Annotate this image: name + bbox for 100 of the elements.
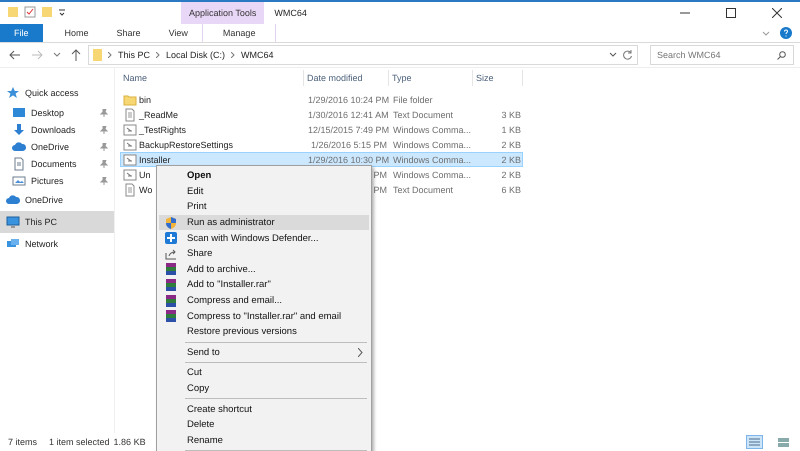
- forward-arrow-icon: [31, 50, 43, 60]
- date-cell-text: 1/29/2016 10:30 PM: [307, 155, 390, 165]
- details-view-button[interactable]: [746, 435, 763, 449]
- pictures-icon: [12, 174, 26, 188]
- size-cell-text: 1 KB: [500, 125, 522, 135]
- refresh-icon[interactable]: [623, 50, 633, 60]
- breadcrumb[interactable]: WMC64: [241, 50, 274, 60]
- date-cell-text: 1/30/2016 12:41 AM: [307, 110, 390, 120]
- type-cell-text: Text Document: [392, 110, 454, 120]
- address-bar[interactable]: This PC Local Disk (C:) WMC64: [88, 45, 638, 65]
- details-icon: [749, 438, 760, 446]
- column-header[interactable]: Name: [120, 70, 304, 86]
- menu-item[interactable]: Cut: [159, 365, 369, 381]
- size-cell-text: 2 KB: [500, 155, 522, 165]
- cloud-icon: [12, 140, 26, 154]
- ribbon-tab[interactable]: Share: [102, 24, 155, 42]
- menu-item[interactable]: Create shortcut: [159, 401, 369, 417]
- size-cell-text: 6 KB: [500, 185, 522, 195]
- menu-item[interactable]: Print: [159, 199, 369, 215]
- document-icon: [123, 183, 137, 197]
- file-name: bin: [139, 95, 152, 105]
- script-icon: [123, 153, 137, 167]
- menu-item[interactable]: Edit: [159, 184, 369, 200]
- menu-item[interactable]: Rename: [159, 432, 369, 448]
- nav-item[interactable]: Pictures: [0, 172, 114, 189]
- nav-item[interactable]: Quick access: [0, 82, 114, 104]
- script-icon: [123, 168, 137, 182]
- defender-icon: [164, 231, 178, 246]
- dropdown-icon[interactable]: [58, 8, 66, 16]
- script-icon: [123, 138, 137, 152]
- size-cell-text: 2 KB: [500, 140, 522, 150]
- ribbon-tab[interactable]: Manage: [202, 24, 276, 42]
- column-header[interactable]: Type: [389, 70, 473, 86]
- large-icons-view-button[interactable]: [775, 435, 792, 449]
- date-cell-text: 12/15/2015 7:49 PM: [307, 125, 390, 135]
- download-icon: [12, 122, 26, 136]
- type-cell-text: Windows Comma...: [392, 140, 472, 150]
- file-row[interactable]: Installer 1/29/2016 10:30 PM Windows Comma... 2 KB: [120, 152, 523, 167]
- chevron-icon: [108, 52, 112, 58]
- menu-item[interactable]: Delete: [159, 416, 369, 432]
- chevron-icon: [53, 52, 61, 58]
- nav-item[interactable]: Documents: [0, 155, 114, 172]
- ribbon-tab[interactable]: Home: [50, 24, 103, 42]
- type-cell-text: Windows Comma...: [392, 125, 472, 135]
- folder-icon: [123, 93, 137, 107]
- breadcrumb[interactable]: Local Disk (C:): [166, 50, 226, 60]
- selection-count: 1 item selected: [49, 437, 110, 447]
- window-title: WMC64: [273, 7, 308, 18]
- column-header[interactable]: Date modified: [304, 70, 389, 86]
- file-name: BackupRestoreSettings: [139, 140, 234, 150]
- file-row[interactable]: bin 1/29/2016 10:24 PM File folder: [120, 92, 523, 107]
- folder-icon: [93, 49, 102, 61]
- item-count: 7 items: [8, 437, 38, 447]
- help-icon[interactable]: [780, 24, 792, 42]
- type-cell-text: Windows Comma...: [392, 155, 472, 165]
- menu-item[interactable]: Add to "Installer.rar": [159, 277, 369, 293]
- menu-item[interactable]: Copy: [159, 380, 369, 396]
- properties-icon[interactable]: [24, 6, 36, 18]
- nav-item[interactable]: Downloads: [0, 121, 114, 138]
- menu-item[interactable]: Run as administrator: [159, 214, 369, 230]
- column-header[interactable]: Size: [473, 70, 523, 86]
- file-row[interactable]: BackupRestoreSettings 1/26/2016 5:15 PM Windows Comma... 2 KB: [120, 137, 523, 152]
- file-name: _ReadMe: [139, 110, 178, 120]
- books-icon: [164, 309, 178, 324]
- books-icon: [164, 262, 178, 276]
- desktop-icon: [12, 106, 26, 120]
- script-icon: [123, 123, 137, 137]
- menu-item[interactable]: Open: [159, 168, 369, 184]
- chevron-icon: [156, 52, 160, 58]
- chevron-icon[interactable]: [609, 52, 617, 58]
- menu-item[interactable]: Add to archive...: [159, 262, 369, 278]
- file-row[interactable]: _ReadMe 1/30/2016 12:41 AM Text Document 3 KB: [120, 107, 523, 122]
- books-icon: [164, 278, 178, 292]
- menu-item[interactable]: Restore previous versions: [159, 324, 369, 340]
- back-arrow-icon: [9, 50, 21, 60]
- star-icon: [6, 86, 20, 100]
- file-name: _TestRights: [139, 125, 186, 135]
- close-icon: [772, 8, 782, 18]
- file-row[interactable]: _TestRights 12/15/2015 7:49 PM Windows Comma... 1 KB: [120, 122, 523, 137]
- menu-item[interactable]: Scan with Windows Defender...: [159, 230, 369, 246]
- ribbon-tab[interactable]: File: [0, 24, 43, 42]
- nav-item[interactable]: OneDrive: [0, 138, 114, 155]
- cloud-icon: [6, 193, 20, 207]
- type-cell-text: File folder: [392, 95, 434, 105]
- selection-size: 1.86 KB: [114, 437, 146, 447]
- menu-item[interactable]: Share: [159, 246, 369, 262]
- breadcrumb[interactable]: This PC: [118, 50, 150, 60]
- nav-item[interactable]: Desktop: [0, 104, 114, 121]
- nav-item[interactable]: Network: [0, 233, 114, 255]
- date-cell-text: 1/29/2016 10:24 PM: [307, 95, 390, 105]
- up-arrow-icon: [71, 49, 81, 61]
- menu-item[interactable]: Compress and email...: [159, 292, 369, 308]
- menu-item[interactable]: Compress to "Installer.rar" and email: [159, 308, 369, 324]
- date-cell-text: 1/26/2016 5:15 PM: [310, 140, 388, 150]
- search-field[interactable]: Search WMC64: [650, 45, 794, 65]
- nav-item[interactable]: OneDrive: [0, 189, 114, 211]
- type-cell-text: Text Document: [392, 185, 454, 195]
- nav-item[interactable]: This PC: [0, 211, 114, 233]
- ribbon-tab[interactable]: View: [154, 24, 202, 42]
- menu-item[interactable]: Send to: [159, 344, 369, 360]
